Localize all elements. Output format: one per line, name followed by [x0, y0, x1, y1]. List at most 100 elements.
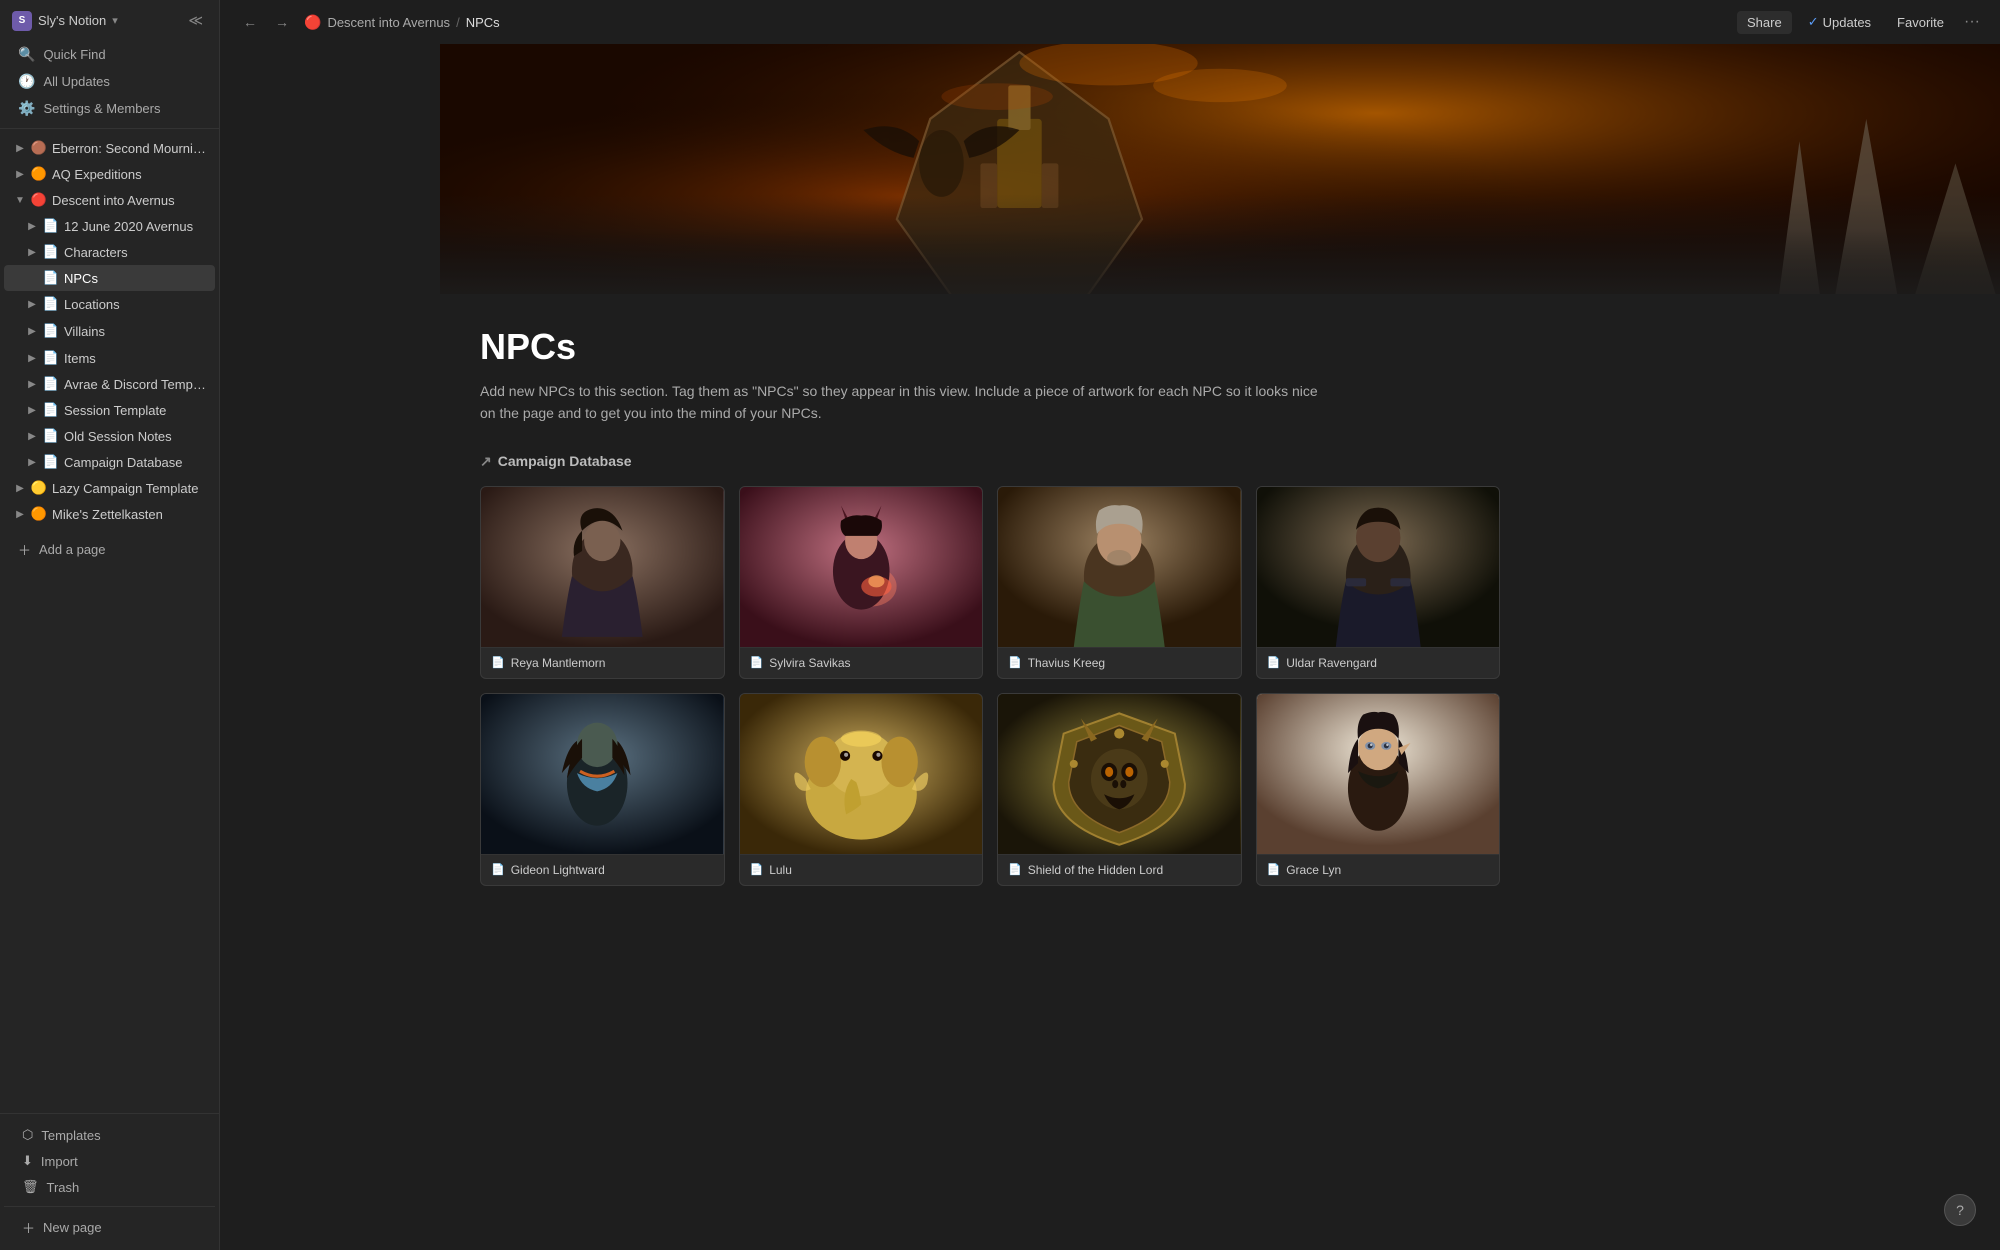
sidebar-item-villains[interactable]: ▶ 📄 Villains ··· +	[4, 317, 215, 345]
doc-icon-uldar: 📄	[1267, 656, 1281, 669]
npc-card-footer-lulu: 📄 Lulu	[740, 854, 983, 885]
breadcrumb-separator: /	[456, 15, 460, 30]
villains-more-button[interactable]: ···	[165, 321, 185, 341]
npc-card-shield[interactable]: 📄 Shield of the Hidden Lord	[997, 693, 1242, 886]
external-link-icon: ↗	[480, 453, 492, 470]
toggle-session-template[interactable]: ▶	[24, 402, 40, 418]
check-icon: ✓	[1808, 14, 1819, 30]
share-button[interactable]: Share	[1737, 11, 1792, 34]
breadcrumb-parent[interactable]: Descent into Avernus	[440, 15, 450, 30]
doc-icon-shield: 📄	[1008, 863, 1022, 876]
section-header[interactable]: ↗ Campaign Database	[480, 453, 1500, 470]
toggle-descent[interactable]: ▼	[12, 192, 28, 208]
favorite-button[interactable]: Favorite	[1887, 11, 1954, 34]
npc-card-footer-shield: 📄 Shield of the Hidden Lord	[998, 854, 1241, 885]
npc-card-footer-reya: 📄 Reya Mantlemorn	[481, 647, 724, 678]
add-page-button[interactable]: ＋ Add a page	[4, 535, 215, 564]
doc-icon-sylvira: 📄	[750, 656, 764, 669]
toggle-campaign-db[interactable]: ▶	[24, 454, 40, 470]
sidebar-item-june2020[interactable]: ▶ 📄 12 June 2020 Avernus	[4, 213, 215, 239]
toggle-villains[interactable]: ▶	[24, 323, 40, 339]
toggle-old-session[interactable]: ▶	[24, 428, 40, 444]
toggle-avrae[interactable]: ▶	[24, 376, 40, 392]
import-button[interactable]: ⬇ Import	[8, 1148, 211, 1174]
sidebar-item-characters[interactable]: ▶ 📄 Characters	[4, 239, 215, 265]
npc-name-shield: Shield of the Hidden Lord	[1028, 863, 1163, 877]
npc-card-uldar[interactable]: 📄 Uldar Ravengard	[1256, 486, 1501, 679]
npc-grid-row1: 📄 Reya Mantlemorn	[480, 486, 1500, 679]
trash-button[interactable]: 🗑 Trash	[8, 1174, 211, 1200]
toggle-mikes[interactable]: ▶	[12, 506, 28, 522]
trash-icon: 🗑	[22, 1179, 39, 1195]
topbar: ← → 🔴 Descent into Avernus / NPCs Share …	[440, 0, 2000, 44]
npc-card-footer-grace: 📄 Grace Lyn	[1257, 854, 1500, 885]
npc-card-thavius[interactable]: 📄 Thavius Kreeg	[997, 486, 1242, 679]
npc-name-grace: Grace Lyn	[1286, 863, 1341, 877]
sidebar-item-npcs[interactable]: ▶ 📄 NPCs	[4, 265, 215, 291]
doc-icon-grace: 📄	[1267, 863, 1281, 876]
sidebar-item-aq[interactable]: ▶ 🟠 AQ Expeditions	[4, 161, 215, 187]
new-page-icon: ＋	[22, 1218, 35, 1237]
doc-icon-thavius: 📄	[1008, 656, 1022, 669]
toggle-items[interactable]: ▶	[24, 350, 40, 366]
sidebar-item-mikes[interactable]: ▶ 🟠 Mike's Zettelkasten	[4, 501, 215, 527]
sidebar-item-session-template[interactable]: ▶ 📄 Session Template	[4, 397, 215, 423]
npc-card-sylvira[interactable]: 📄 Sylvira Savikas	[739, 486, 984, 679]
npc-card-footer-sylvira: 📄 Sylvira Savikas	[740, 647, 983, 678]
sidebar-item-items[interactable]: ▶ 📄 Items	[4, 345, 215, 371]
breadcrumb-current: NPCs	[466, 15, 500, 30]
doc-icon-lulu: 📄	[750, 863, 764, 876]
quick-find-button[interactable]: 🔍 Quick Find	[4, 41, 215, 68]
npc-portrait-reya	[481, 487, 724, 647]
hero-banner	[440, 44, 2000, 294]
toggle-eberron[interactable]: ▶	[12, 140, 28, 156]
sidebar-item-old-session[interactable]: ▶ 📄 Old Session Notes	[4, 423, 215, 449]
template-icon: ⬡	[22, 1127, 33, 1143]
npc-portrait-lulu	[740, 694, 983, 854]
npc-card-footer-uldar: 📄 Uldar Ravengard	[1257, 647, 1500, 678]
npc-card-grace[interactable]: 📄 Grace Lyn	[1256, 693, 1501, 886]
templates-button[interactable]: ⬡ Templates	[8, 1122, 211, 1148]
breadcrumb: 🔴 Descent into Avernus / NPCs	[440, 14, 1729, 31]
sidebar-item-eberron[interactable]: ▶ 🟤 Eberron: Second Mourning	[4, 135, 215, 161]
npc-name-thavius: Thavius Kreeg	[1028, 656, 1105, 670]
npc-portrait-grace	[1257, 694, 1500, 854]
toggle-lazy[interactable]: ▶	[12, 480, 28, 496]
sidebar-collapse-button[interactable]: ≪	[184, 10, 207, 31]
hero-image	[440, 44, 2000, 294]
sidebar-item-descent[interactable]: ▼ 🔴 Descent into Avernus	[4, 187, 215, 213]
npc-card-reya[interactable]: 📄 Reya Mantlemorn	[480, 486, 725, 679]
new-page-button[interactable]: ＋ New page	[8, 1213, 211, 1242]
toggle-characters[interactable]: ▶	[24, 244, 40, 260]
all-updates-button[interactable]: 🕐 All Updates	[4, 68, 215, 95]
npc-portrait-shield	[998, 694, 1241, 854]
npc-name-uldar: Uldar Ravengard	[1286, 656, 1377, 670]
topbar-actions: Share ✓ Updates Favorite ···	[1737, 9, 1984, 35]
updates-button[interactable]: ✓ Updates	[1798, 10, 1881, 34]
clock-icon: 🕐	[18, 73, 35, 90]
doc-icon-reya: 📄	[491, 656, 505, 669]
sidebar-item-locations[interactable]: ▶ 📄 Locations	[4, 291, 215, 317]
page-title: NPCs	[480, 326, 1500, 368]
plus-icon: ＋	[18, 540, 31, 559]
npc-portrait-thavius	[998, 487, 1241, 647]
sidebar-item-lazy[interactable]: ▶ 🟡 Lazy Campaign Template	[4, 475, 215, 501]
villains-add-button[interactable]: +	[187, 321, 207, 341]
npc-card-gideon[interactable]: 📄 Gideon Lightward	[480, 693, 725, 886]
section-title: Campaign Database	[498, 453, 632, 469]
more-options-button[interactable]: ···	[1960, 9, 1984, 35]
help-button[interactable]: ?	[1944, 1194, 1976, 1226]
npc-portrait-sylvira	[740, 487, 983, 647]
content-area: NPCs Add new NPCs to this section. Tag t…	[440, 294, 1540, 932]
search-icon: 🔍	[18, 46, 35, 63]
workspace-header[interactable]: S Sly's Notion ▾ ≪	[0, 0, 219, 41]
sidebar-item-avrae[interactable]: ▶ 📄 Avrae & Discord Templates	[4, 371, 215, 397]
npc-card-lulu[interactable]: 📄 Lulu	[739, 693, 984, 886]
workspace-dropdown-icon: ▾	[112, 14, 118, 27]
settings-button[interactable]: ⚙️ Settings & Members	[4, 95, 215, 122]
npc-card-footer-gideon: 📄 Gideon Lightward	[481, 854, 724, 885]
toggle-locations[interactable]: ▶	[24, 296, 40, 312]
sidebar-item-campaign-db[interactable]: ▶ 📄 Campaign Database	[4, 449, 215, 475]
toggle-aq[interactable]: ▶	[12, 166, 28, 182]
toggle-june2020[interactable]: ▶	[24, 218, 40, 234]
